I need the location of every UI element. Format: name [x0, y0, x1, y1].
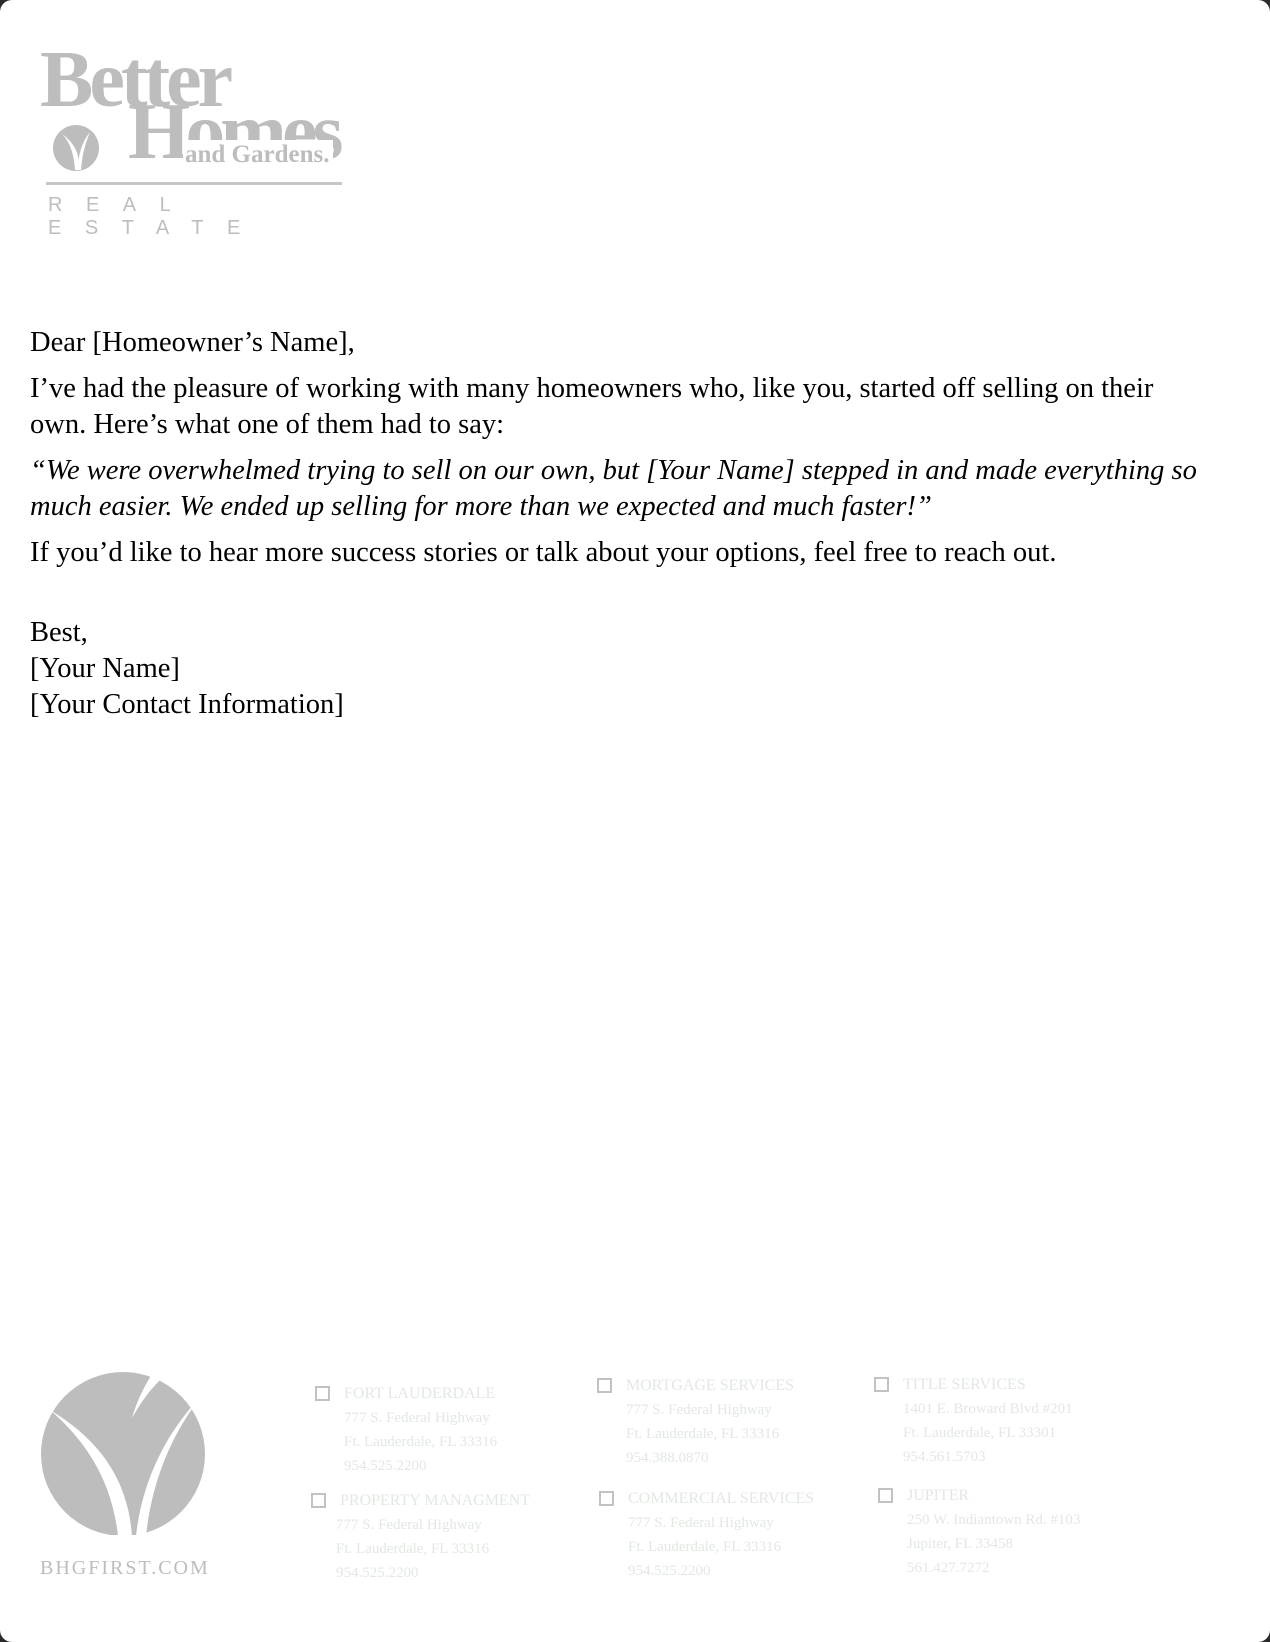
greeting: Dear [Homeowner’s Name], [30, 327, 355, 358]
checkbox-icon [597, 1378, 612, 1393]
office-city: Ft. Lauderdale, FL 33316 [336, 1541, 490, 1557]
logo-divider [46, 182, 342, 185]
checkbox-icon [315, 1386, 330, 1401]
office-city: Ft. Lauderdale, FL 33301 [903, 1425, 1057, 1441]
signature-contact: [Your Contact Information] [30, 689, 344, 720]
logo-text-real-estate: REAL ESTATE [48, 194, 264, 239]
signature-name: [Your Name] [30, 653, 180, 684]
leaf-icon [53, 125, 99, 171]
office-city: Jupiter, FL 33458 [907, 1536, 1013, 1552]
office-name: COMMERCIAL SERVICES [628, 1490, 815, 1507]
office-phone: 561.427.7272 [907, 1560, 990, 1576]
office-phone: 954.388.0870 [626, 1450, 709, 1466]
office-phone: 954.525.2200 [628, 1563, 711, 1579]
checkbox-icon [599, 1491, 614, 1506]
office-name: TITLE SERVICES [903, 1376, 1026, 1393]
office-city: Ft. Lauderdale, FL 33316 [628, 1539, 782, 1555]
office-address: 777 S. Federal Highway [628, 1515, 774, 1531]
office-name: JUPITER [907, 1487, 970, 1504]
office-phone: 954.525.2200 [344, 1458, 427, 1474]
footer-website: BHGFIRST.COM [40, 1557, 210, 1579]
logo-text-gardens: and Gardens. [183, 140, 334, 170]
checkbox-icon [874, 1377, 889, 1392]
footer-leaf-icon [41, 1372, 205, 1535]
checkbox-icon [878, 1488, 893, 1503]
office-name: FORT LAUDERDALE [344, 1385, 496, 1402]
office-address: 1401 E. Broward Blvd #201 [903, 1401, 1073, 1417]
paragraph-intro: I’ve had the pleasure of working with ma… [30, 373, 1154, 440]
letter-body: Dear [Homeowner’s Name], I’ve had the pl… [30, 325, 1210, 723]
office-phone: 954.561.5703 [903, 1449, 986, 1465]
paragraph-closing: If you’d like to hear more success stori… [30, 537, 1057, 568]
signature-block: Best, [Your Name] [Your Contact Informat… [30, 615, 1210, 723]
office-city: Ft. Lauderdale, FL 33316 [344, 1434, 498, 1450]
office-phone: 954.525.2200 [336, 1565, 419, 1581]
office-address: 777 S. Federal Highway [336, 1517, 482, 1533]
testimonial-quote: “We were overwhelmed trying to sell on o… [30, 455, 1197, 522]
office-address: 777 S. Federal Highway [344, 1410, 490, 1426]
office-address: 250 W. Indiantown Rd. #103 [907, 1512, 1081, 1528]
letter-page: Better Homes and Gardens. REAL ESTATE De… [0, 0, 1270, 1642]
closing: Best, [30, 617, 88, 648]
office-name: MORTGAGE SERVICES [626, 1377, 794, 1394]
office-name: PROPERTY MANAGMENT [340, 1492, 531, 1509]
office-city: Ft. Lauderdale, FL 33316 [626, 1426, 780, 1442]
office-address: 777 S. Federal Highway [626, 1402, 772, 1418]
company-logo: Better Homes and Gardens. REAL ESTATE [40, 40, 360, 239]
checkbox-icon [311, 1493, 326, 1508]
